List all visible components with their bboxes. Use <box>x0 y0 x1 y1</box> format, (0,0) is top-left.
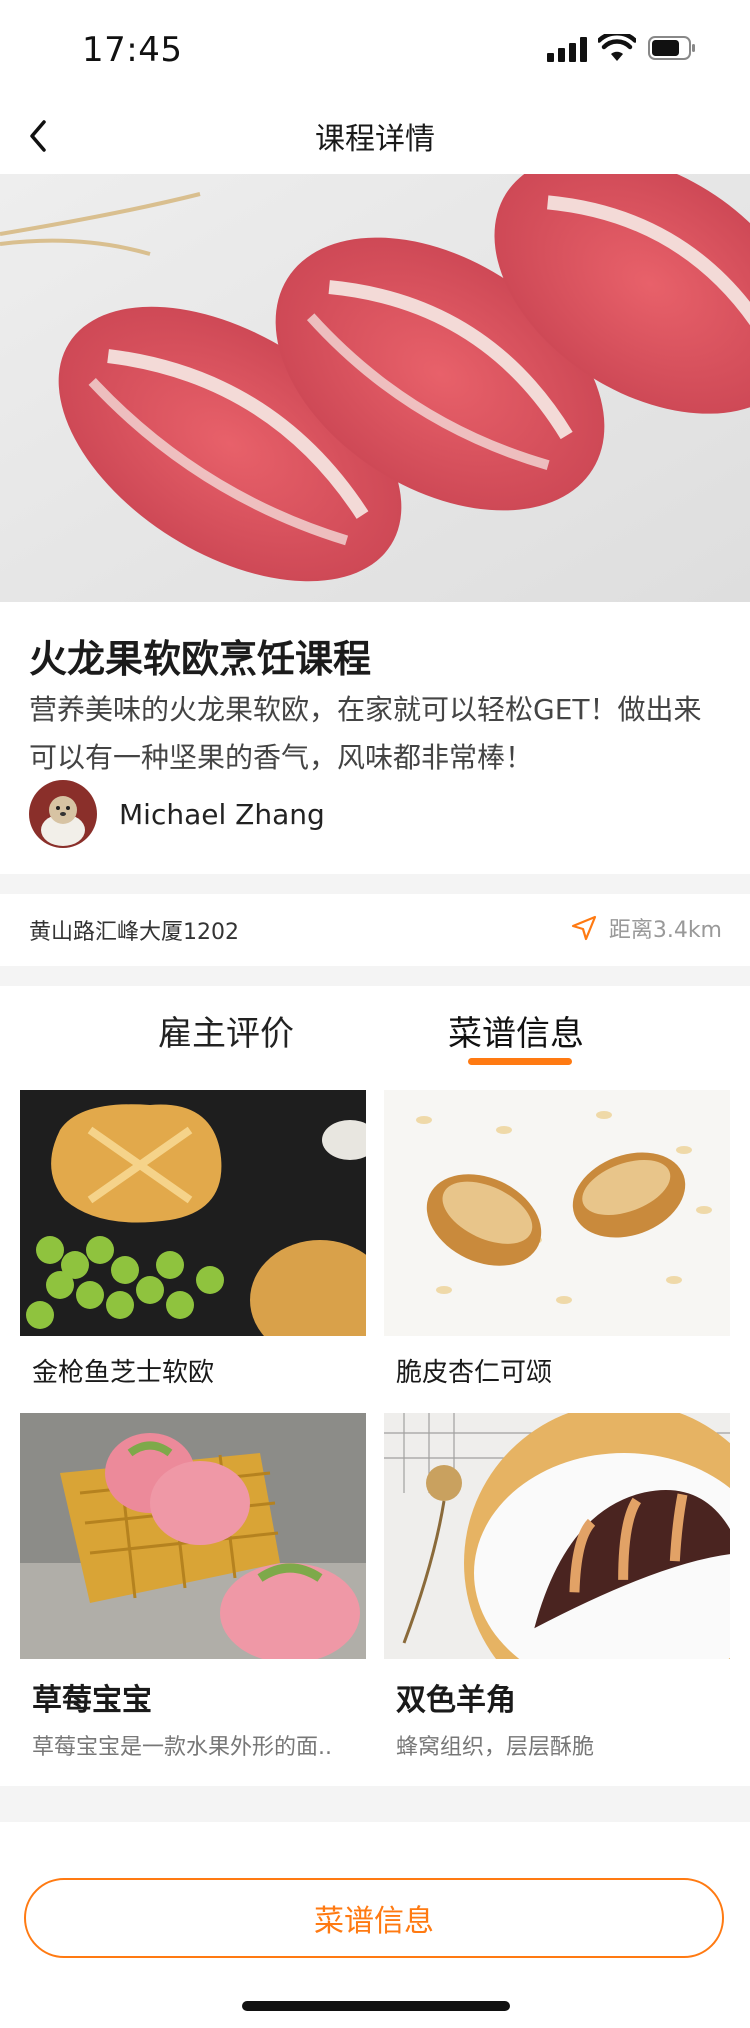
recipe-subtitle: 蜂窝组织，层层酥脆 <box>396 1735 595 1760</box>
recipe-image <box>20 1413 366 1659</box>
course-description: 营养美味的火龙果软欧，在家就可以轻松GET！做出来可以有一种坚果的香气，风味都非… <box>29 693 702 774</box>
distance: 距离3.4km <box>571 912 722 944</box>
cellular-signal-icon <box>547 36 587 62</box>
section-separator <box>0 966 750 986</box>
status-time: 17:45 <box>82 30 183 70</box>
recipe-card[interactable]: 双色羊角 蜂窝组织，层层酥脆 <box>384 1413 730 1760</box>
recipe-title: 金枪鱼芝士软欧 <box>32 1358 215 1388</box>
home-indicator <box>242 2001 510 2011</box>
section-separator <box>0 1786 750 1822</box>
recipe-card[interactable]: 脆皮杏仁可颂 <box>384 1090 730 1388</box>
recipe-card[interactable]: 金枪鱼芝士软欧 <box>20 1090 366 1388</box>
tab-recipe-info[interactable]: 菜谱信息 <box>448 1006 584 1055</box>
recipe-title: 草莓宝宝 <box>32 1683 152 1718</box>
active-tab-indicator <box>468 1058 572 1065</box>
author-row[interactable]: Michael Zhang <box>29 780 325 848</box>
address-row[interactable]: 黄山路汇峰大厦1202 距离3.4km <box>0 894 750 966</box>
recipe-card[interactable]: 草莓宝宝 草莓宝宝是一款水果外形的面.. <box>20 1413 366 1760</box>
section-separator <box>0 874 750 894</box>
tab-bar: 雇主评价 菜谱信息 <box>0 986 750 1086</box>
wifi-icon <box>598 34 636 61</box>
navigation-bar: 课程详情 <box>0 100 750 174</box>
course-info: 火龙果软欧烹饪课程 营养美味的火龙果软欧，在家就可以轻松GET！做出来可以有一种… <box>0 602 750 874</box>
recipe-subtitle: 草莓宝宝是一款水果外形的面.. <box>32 1735 332 1760</box>
distance-text: 距离3.4km <box>608 918 722 943</box>
recipe-title: 双色羊角 <box>396 1683 516 1718</box>
recipe-info-button[interactable]: 菜谱信息 <box>24 1878 724 1958</box>
recipe-title: 脆皮杏仁可颂 <box>396 1358 553 1388</box>
navigation-arrow-icon <box>571 915 596 941</box>
page-title: 课程详情 <box>315 122 435 157</box>
hero-image <box>0 174 750 602</box>
address-text: 黄山路汇峰大厦1202 <box>29 920 239 945</box>
status-bar: 17:45 <box>0 0 750 100</box>
course-title: 火龙果软欧烹饪课程 <box>29 637 372 681</box>
recipe-image <box>384 1413 730 1659</box>
tab-employer-reviews[interactable]: 雇主评价 <box>158 1006 294 1055</box>
author-name: Michael Zhang <box>119 797 325 831</box>
battery-icon <box>648 36 695 60</box>
avatar[interactable] <box>29 780 97 848</box>
recipe-image <box>384 1090 730 1336</box>
recipe-image <box>20 1090 366 1336</box>
